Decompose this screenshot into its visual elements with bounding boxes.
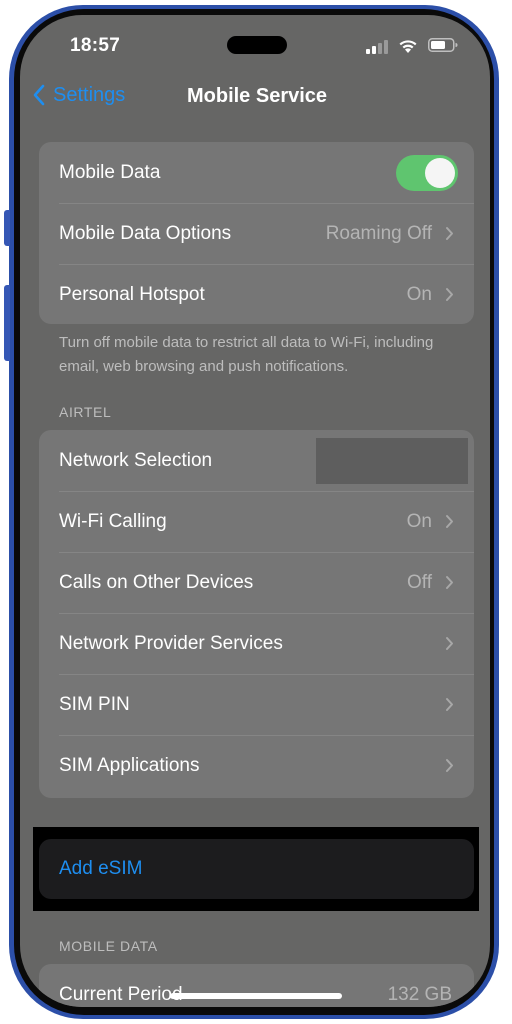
mobile-data-row: Mobile Data bbox=[39, 142, 474, 203]
calls-on-other-devices-row[interactable]: Calls on Other Devices Off bbox=[39, 552, 474, 613]
mobile-data-toggle[interactable] bbox=[396, 155, 458, 191]
row-label: SIM PIN bbox=[59, 693, 130, 715]
chevron-right-icon bbox=[446, 698, 453, 711]
chevron-right-icon bbox=[446, 288, 453, 301]
current-period-row: Current Period 132 GB bbox=[39, 964, 474, 1007]
row-value: Roaming Off bbox=[325, 222, 432, 244]
network-selection-row[interactable]: Network Selection bbox=[39, 430, 474, 491]
row-label: Mobile Data Options bbox=[59, 222, 232, 244]
chevron-right-icon bbox=[446, 576, 453, 589]
chevron-right-icon bbox=[446, 759, 453, 772]
row-label: SIM Applications bbox=[59, 754, 200, 776]
mobile-data-usage-group: Current Period 132 GB bbox=[39, 964, 474, 1007]
redacted-area bbox=[316, 438, 468, 484]
row-label: Wi-Fi Calling bbox=[59, 510, 167, 532]
mobile-data-footnote: Turn off mobile data to restrict all dat… bbox=[59, 334, 434, 375]
carrier-section-header: AIRTEL bbox=[59, 404, 112, 420]
wifi-icon bbox=[399, 40, 417, 53]
row-value: On bbox=[406, 283, 432, 305]
status-bar: 18:57 bbox=[20, 15, 490, 75]
cellular-signal-icon bbox=[366, 40, 390, 54]
battery-icon bbox=[428, 38, 458, 52]
row-label: Calls on Other Devices bbox=[59, 571, 254, 593]
row-label: Network Selection bbox=[59, 449, 213, 471]
row-label: Personal Hotspot bbox=[59, 283, 205, 305]
home-indicator[interactable] bbox=[170, 993, 342, 999]
side-button-volume bbox=[4, 285, 10, 361]
mobile-data-section-header: MOBILE DATA bbox=[59, 938, 158, 954]
sim-pin-row[interactable]: SIM PIN bbox=[39, 674, 474, 735]
row-label: Mobile Data bbox=[59, 161, 161, 183]
wifi-calling-row[interactable]: Wi-Fi Calling On bbox=[39, 491, 474, 552]
chevron-right-icon bbox=[446, 515, 453, 528]
status-time: 18:57 bbox=[70, 35, 121, 56]
chevron-right-icon bbox=[446, 637, 453, 650]
screen: 18:57 Settings Mobile Service Mobile Dat… bbox=[20, 15, 490, 1007]
sim-applications-row[interactable]: SIM Applications bbox=[39, 735, 474, 796]
mobile-data-group: Mobile Data Mobile Data Options Roaming … bbox=[39, 142, 474, 324]
row-label: Network Provider Services bbox=[59, 632, 283, 654]
side-button-mute bbox=[4, 210, 10, 246]
row-value: On bbox=[406, 510, 432, 532]
toggle-knob bbox=[425, 158, 455, 188]
row-label: Current Period bbox=[59, 983, 183, 1005]
carrier-group: Network Selection Wi-Fi Calling On Calls… bbox=[39, 430, 474, 798]
mobile-data-options-row[interactable]: Mobile Data Options Roaming Off bbox=[39, 203, 474, 264]
dynamic-island bbox=[227, 36, 287, 54]
personal-hotspot-row[interactable]: Personal Hotspot On bbox=[39, 264, 474, 324]
page-title: Mobile Service bbox=[186, 85, 328, 107]
add-esim-label: Add eSIM bbox=[59, 858, 143, 879]
chevron-right-icon bbox=[446, 227, 453, 240]
row-value: Off bbox=[407, 571, 432, 593]
navigation-bar: Settings Mobile Service bbox=[20, 75, 490, 119]
add-esim-button[interactable]: Add eSIM bbox=[39, 839, 474, 899]
network-provider-services-row[interactable]: Network Provider Services bbox=[39, 613, 474, 674]
row-value: 132 GB bbox=[387, 983, 452, 1005]
